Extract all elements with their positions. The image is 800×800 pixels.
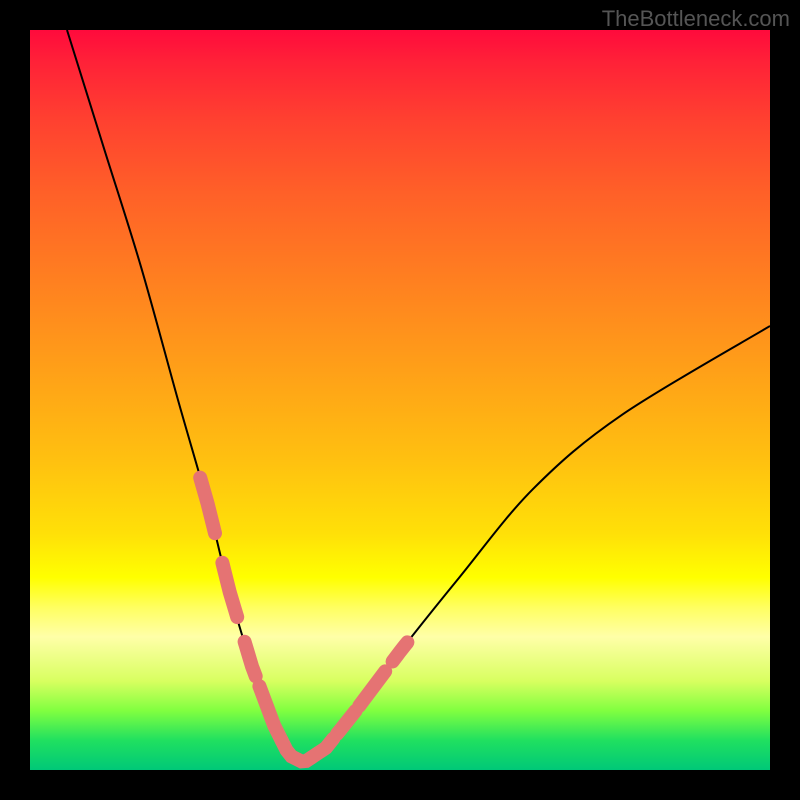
chart-area xyxy=(30,30,770,770)
curve-highlight xyxy=(393,642,408,661)
curve-highlight xyxy=(337,711,356,734)
curve-highlight xyxy=(359,671,385,706)
watermark: TheBottleneck.com xyxy=(602,6,790,32)
curve-highlight xyxy=(311,739,333,758)
curve-highlight xyxy=(222,563,237,617)
highlight-group xyxy=(200,478,407,762)
bottleneck-curve xyxy=(67,30,770,763)
curve-highlight xyxy=(259,686,281,740)
curve-highlight xyxy=(245,642,256,677)
chart-svg xyxy=(30,30,770,770)
curve-highlight xyxy=(200,478,215,534)
